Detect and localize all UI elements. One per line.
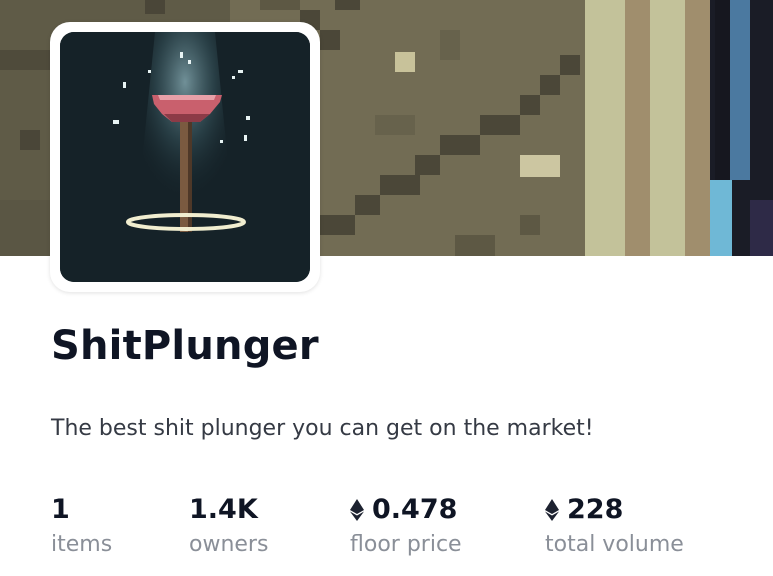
stat-value-text: 228 (567, 494, 624, 525)
stat-label: items (51, 532, 113, 557)
stat-floor-price[interactable]: 0.478 floor price (350, 490, 462, 560)
stat-value: 228 (545, 490, 684, 530)
stat-total-volume[interactable]: 228 total volume (545, 490, 684, 560)
stat-label: total volume (545, 532, 684, 557)
ethereum-icon (350, 499, 364, 521)
stat-value-text: 0.478 (372, 494, 458, 525)
collection-description: The best shit plunger you can get on the… (51, 416, 594, 441)
stat-value-text: 1.4K (189, 494, 258, 525)
stat-owners[interactable]: 1.4K owners (189, 490, 268, 560)
stat-label: floor price (350, 532, 462, 557)
stat-value: 0.478 (350, 490, 462, 530)
plunger-icon (60, 32, 310, 282)
collection-title: ShitPlunger (51, 323, 319, 369)
stat-value: 1.4K (189, 490, 268, 530)
avatar-image (60, 32, 310, 282)
ethereum-icon (545, 499, 559, 521)
stat-items[interactable]: 1 items (51, 490, 112, 560)
stat-value: 1 (51, 490, 112, 530)
stat-value-text: 1 (51, 494, 70, 525)
stat-label: owners (189, 532, 269, 557)
collection-avatar (50, 22, 320, 292)
